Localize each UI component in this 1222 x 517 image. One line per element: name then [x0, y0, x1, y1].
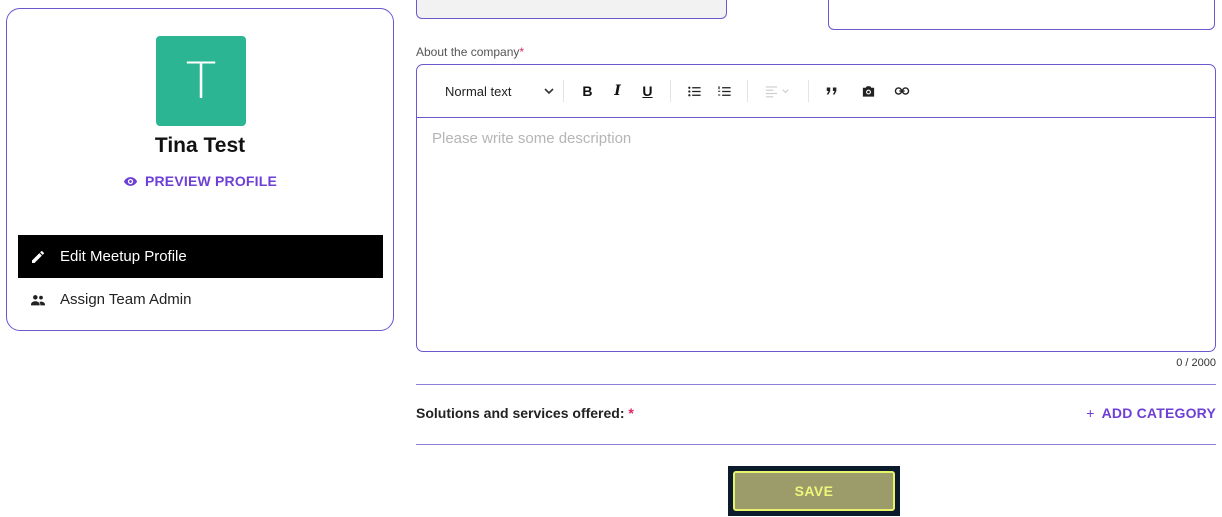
character-count: 0 / 2000 — [1176, 357, 1216, 369]
avatar-letter: T — [185, 52, 217, 110]
menu-item-assign-team-admin[interactable]: Assign Team Admin — [18, 278, 383, 321]
solutions-services-label-text: Solutions and services offered: — [416, 405, 625, 421]
preview-profile-label: PREVIEW PROFILE — [144, 173, 278, 189]
toolbar-divider — [808, 80, 810, 102]
text-style-value: Normal text — [445, 83, 512, 99]
align-icon[interactable] — [758, 78, 798, 104]
quote-icon[interactable] — [819, 78, 845, 104]
image-icon[interactable] — [855, 78, 881, 104]
plus-icon: + — [1086, 405, 1095, 421]
eye-icon — [123, 174, 138, 189]
about-company-label: About the company* — [416, 45, 524, 59]
bullet-list-icon[interactable] — [681, 78, 707, 104]
link-icon[interactable] — [889, 78, 915, 104]
italic-icon[interactable]: I — [604, 78, 630, 104]
chevron-down-icon — [543, 85, 555, 97]
editor-text-area[interactable]: Please write some description — [417, 118, 1215, 159]
profile-card: T Tina Test PREVIEW PROFILE Edit Meetup … — [6, 8, 394, 331]
save-button[interactable]: SAVE — [733, 471, 895, 511]
solutions-services-label: Solutions and services offered: * — [416, 405, 634, 421]
save-button-focus-ring: SAVE — [728, 466, 900, 516]
toolbar-divider — [563, 80, 565, 102]
bold-icon[interactable]: B — [574, 78, 600, 104]
menu-item-label: Assign Team Admin — [60, 291, 192, 308]
text-input-disabled[interactable] — [416, 0, 727, 19]
section-divider — [416, 444, 1216, 445]
text-style-select[interactable]: Normal text — [445, 84, 555, 99]
menu-item-edit-meetup-profile[interactable]: Edit Meetup Profile — [18, 235, 383, 278]
add-category-button[interactable]: + ADD CATEGORY — [1086, 405, 1216, 421]
editor-toolbar: Normal text B I U — [417, 65, 1215, 118]
required-mark: * — [519, 45, 525, 59]
numbered-list-icon[interactable] — [711, 78, 737, 104]
profile-name: Tina Test — [154, 134, 246, 157]
pencil-icon — [30, 249, 46, 265]
text-input[interactable] — [828, 0, 1215, 30]
about-company-label-text: About the company — [416, 45, 520, 59]
rich-text-editor[interactable]: Normal text B I U Please write some desc… — [416, 64, 1216, 352]
team-icon — [30, 292, 46, 308]
add-category-label: ADD CATEGORY — [1101, 405, 1216, 421]
toolbar-divider — [670, 80, 672, 102]
preview-profile-link[interactable]: PREVIEW PROFILE — [7, 173, 393, 189]
underline-icon[interactable]: U — [634, 78, 660, 104]
section-divider — [416, 384, 1216, 385]
editor-placeholder: Please write some description — [432, 130, 632, 147]
avatar: T — [156, 36, 246, 126]
required-mark: * — [628, 405, 634, 421]
menu-item-label: Edit Meetup Profile — [60, 248, 187, 265]
toolbar-divider — [747, 80, 749, 102]
